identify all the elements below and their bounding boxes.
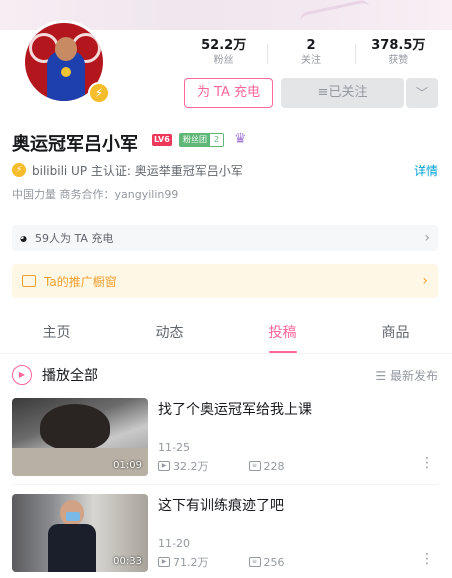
following-stat[interactable]: 2 关注 bbox=[267, 38, 354, 70]
comment-icon: ≡ bbox=[248, 461, 261, 471]
video-comments: 228 bbox=[263, 459, 285, 473]
video-thumbnail[interactable]: 01:09 bbox=[12, 398, 148, 476]
shop-window-row[interactable]: Ta的推广橱窗 › bbox=[12, 264, 438, 298]
followers-label: 粉丝 bbox=[213, 55, 234, 66]
play-icon[interactable]: ▶ bbox=[12, 365, 32, 385]
fanclub-level: 2 bbox=[210, 134, 224, 146]
signature: 中国力量 商务合作：yangyilin99 bbox=[12, 188, 179, 201]
video-meta: ▶ 71.2万 ≡ 256 bbox=[158, 554, 285, 570]
charge-button[interactable]: 为 TA 充电 bbox=[184, 78, 273, 108]
video-comments: 256 bbox=[263, 555, 285, 569]
fanclub-badge[interactable]: 粉丝团 2 bbox=[179, 133, 225, 147]
certification-text: bilibili UP 主认证: 奥运举重冠军吕小军 bbox=[32, 163, 243, 178]
video-duration: 00:33 bbox=[113, 556, 142, 567]
followers-count: 52.2万 bbox=[201, 38, 247, 53]
avatar-head bbox=[55, 37, 77, 61]
play-all-row: ▶ 播放全部 ☰ 最新发布 bbox=[12, 364, 438, 386]
level-badge: LV6 bbox=[152, 134, 172, 146]
thumb-body bbox=[48, 524, 96, 572]
stats-bar: 52.2万 粉丝 2 关注 378.5万 获赞 bbox=[180, 38, 442, 70]
medal-icon bbox=[61, 67, 71, 77]
likes-stat[interactable]: 378.5万 获赞 bbox=[354, 38, 442, 70]
video-title[interactable]: 找了个奥运冠军给我上课 bbox=[158, 399, 312, 419]
more-options-icon[interactable]: ⋮ bbox=[420, 552, 434, 566]
video-views: 71.2万 bbox=[173, 556, 209, 569]
following-label: 关注 bbox=[300, 55, 321, 66]
tab-bar: 主页 动态 投稿 商品 bbox=[0, 316, 452, 354]
likes-count: 378.5万 bbox=[371, 38, 426, 53]
play-count-icon: ▶ bbox=[158, 461, 170, 471]
thumb-mask bbox=[66, 512, 80, 521]
charge-list-row[interactable]: ◕ 59人为 TA 充电 › bbox=[12, 225, 438, 251]
decoration-icon: ♛ bbox=[234, 131, 247, 147]
followers-stat[interactable]: 52.2万 粉丝 bbox=[180, 38, 267, 70]
chevron-right-icon: › bbox=[424, 230, 430, 246]
tab-home[interactable]: 主页 bbox=[0, 316, 113, 353]
tab-uploads[interactable]: 投稿 bbox=[226, 316, 339, 353]
username: 奥运冠军吕小军 bbox=[12, 134, 138, 155]
thumb-figure bbox=[40, 404, 110, 450]
verified-badge-icon: ⚡ bbox=[88, 82, 110, 104]
comment-icon: ≡ bbox=[248, 557, 261, 567]
charge-icon: ◕ bbox=[20, 233, 27, 243]
more-dropdown-button[interactable]: ﹀ bbox=[406, 78, 438, 108]
video-meta: ▶ 32.2万 ≡ 228 bbox=[158, 458, 285, 474]
video-views: 32.2万 bbox=[173, 460, 209, 473]
charge-row-text: 59人为 TA 充电 bbox=[34, 232, 114, 245]
chevron-right-icon: › bbox=[422, 273, 428, 289]
likes-label: 获赞 bbox=[388, 55, 409, 66]
fanclub-label: 粉丝团 bbox=[180, 134, 210, 146]
banner-decoration bbox=[299, 0, 371, 30]
sort-button[interactable]: ☰ 最新发布 bbox=[375, 367, 438, 384]
follow-button[interactable]: ≡已关注 bbox=[281, 78, 404, 108]
video-thumbnail[interactable]: 00:33 bbox=[12, 494, 148, 572]
tab-goods[interactable]: 商品 bbox=[339, 316, 452, 353]
video-item[interactable]: 00:33 这下有训练痕迹了吧 11-20 ▶ 71.2万 ≡ 256 ⋮ bbox=[12, 494, 442, 572]
video-duration: 01:09 bbox=[113, 460, 142, 471]
certification-icon: ⚡ bbox=[12, 163, 26, 177]
following-count: 2 bbox=[306, 38, 316, 53]
certification-row: ⚡ bilibili UP 主认证: 奥运举重冠军吕小军 详情 bbox=[12, 161, 438, 179]
detail-link[interactable]: 详情 bbox=[414, 162, 438, 179]
divider bbox=[12, 484, 438, 485]
play-all-button[interactable]: 播放全部 bbox=[42, 365, 98, 385]
tab-dynamics[interactable]: 动态 bbox=[113, 316, 226, 353]
video-date: 11-25 bbox=[158, 441, 190, 454]
video-date: 11-20 bbox=[158, 537, 190, 550]
shop-icon bbox=[22, 275, 36, 287]
more-options-icon[interactable]: ⋮ bbox=[420, 456, 434, 470]
video-title[interactable]: 这下有训练痕迹了吧 bbox=[158, 495, 284, 515]
shop-row-text: Ta的推广橱窗 bbox=[44, 274, 117, 289]
video-item[interactable]: 01:09 找了个奥运冠军给我上课 11-25 ▶ 32.2万 ≡ 228 ⋮ bbox=[12, 398, 442, 476]
play-count-icon: ▶ bbox=[158, 557, 170, 567]
